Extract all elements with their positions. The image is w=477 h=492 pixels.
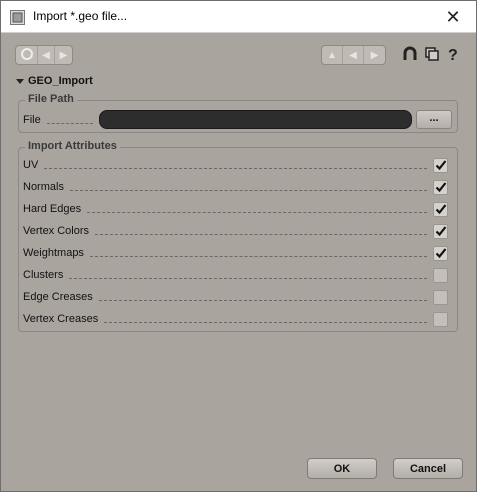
checkmark-icon — [435, 182, 446, 193]
svg-text:?: ? — [448, 47, 458, 62]
attribute-label: Weightmaps — [23, 247, 84, 259]
attribute-checkbox[interactable] — [433, 201, 448, 217]
copy-icon — [424, 46, 440, 65]
attribute-checkbox[interactable] — [433, 267, 448, 283]
checkmark-icon — [435, 204, 446, 215]
leader-dots — [69, 277, 427, 279]
move-right-button[interactable]: ▶ — [364, 46, 385, 64]
leader-dots — [69, 189, 427, 191]
copy-button[interactable] — [422, 45, 442, 65]
attribute-checkbox[interactable] — [433, 179, 448, 195]
arrow-right-icon: ▶ — [59, 49, 68, 61]
attribute-label: Edge Creases — [23, 291, 93, 303]
attribute-label: Normals — [23, 181, 64, 193]
window-title: Import *.geo file... — [33, 9, 128, 23]
attribute-row: Vertex Colors — [19, 220, 457, 242]
close-button[interactable]: ✕ — [430, 1, 476, 33]
next-button[interactable]: ▶ — [55, 46, 72, 64]
attribute-checkbox[interactable] — [433, 223, 448, 239]
attribute-row: Clusters — [19, 264, 457, 286]
section-title: GEO_Import — [28, 75, 93, 87]
title-bar: Import *.geo file... ✕ — [1, 1, 476, 33]
toolbar-arrow-group: ▲ ◀ ▶ — [321, 45, 386, 65]
magnet-icon — [402, 46, 418, 65]
checkmark-icon — [435, 226, 446, 237]
import-dialog-window: Import *.geo file... ✕ ◀ ▶ ▲ ◀ ▶ ? GEO_I… — [0, 0, 477, 492]
attribute-row: Hard Edges — [19, 198, 457, 220]
browse-button[interactable]: ... — [416, 110, 452, 129]
leader-dots — [44, 167, 427, 169]
checkmark-icon — [435, 160, 446, 171]
leader-dots — [95, 233, 427, 235]
magnet-button[interactable] — [400, 45, 420, 65]
attribute-checkbox[interactable] — [433, 245, 448, 261]
key-icon — [20, 47, 33, 63]
attribute-row: Edge Creases — [19, 286, 457, 308]
cancel-button[interactable]: Cancel — [393, 458, 463, 479]
import-attributes-group: Import Attributes UV Normals Hard Edges Ver… — [18, 140, 458, 332]
attribute-label: Vertex Colors — [23, 225, 90, 237]
file-path-group-title: File Path — [25, 93, 77, 105]
attribute-label: Vertex Creases — [23, 313, 99, 325]
file-leader-dots — [46, 122, 93, 124]
checkmark-icon — [435, 248, 446, 259]
arrow-right-icon: ▶ — [370, 49, 379, 61]
attribute-label: Hard Edges — [23, 203, 82, 215]
help-icon: ? — [445, 46, 461, 65]
file-path-input[interactable] — [99, 110, 412, 129]
help-button[interactable]: ? — [443, 45, 463, 65]
arrow-left-icon: ◀ — [349, 49, 357, 61]
leader-dots — [87, 211, 427, 213]
import-attributes-group-title: Import Attributes — [25, 140, 120, 152]
attribute-checkbox[interactable] — [433, 289, 448, 305]
attribute-row: Weightmaps — [19, 242, 457, 264]
attribute-checkbox[interactable] — [433, 311, 448, 327]
arrow-up-icon: ▲ — [327, 49, 337, 61]
section-header-geo-import[interactable]: GEO_Import — [16, 75, 93, 87]
collapse-triangle-icon — [16, 78, 24, 84]
file-path-group: File Path File ... — [18, 93, 458, 133]
leader-dots — [104, 321, 427, 323]
file-row: File — [19, 109, 99, 131]
move-left-button[interactable]: ◀ — [343, 46, 364, 64]
app-icon — [10, 10, 25, 25]
attribute-row: Normals — [19, 176, 457, 198]
attribute-label: Clusters — [23, 269, 64, 281]
move-up-button[interactable]: ▲ — [322, 46, 343, 64]
file-label: File — [23, 114, 41, 126]
attribute-row: Vertex Creases — [19, 308, 457, 330]
ok-button[interactable]: OK — [307, 458, 377, 479]
key-button[interactable] — [16, 46, 38, 64]
toolbar-left-group: ◀ ▶ — [15, 45, 73, 65]
prev-button[interactable]: ◀ — [38, 46, 55, 64]
attribute-row: UV — [19, 154, 457, 176]
close-icon: ✕ — [445, 6, 461, 27]
attribute-label: UV — [23, 159, 39, 171]
browse-label: ... — [429, 112, 439, 124]
attribute-checkbox[interactable] — [433, 157, 448, 173]
arrow-left-icon: ◀ — [42, 49, 50, 61]
leader-dots — [98, 299, 427, 301]
leader-dots — [89, 255, 427, 257]
